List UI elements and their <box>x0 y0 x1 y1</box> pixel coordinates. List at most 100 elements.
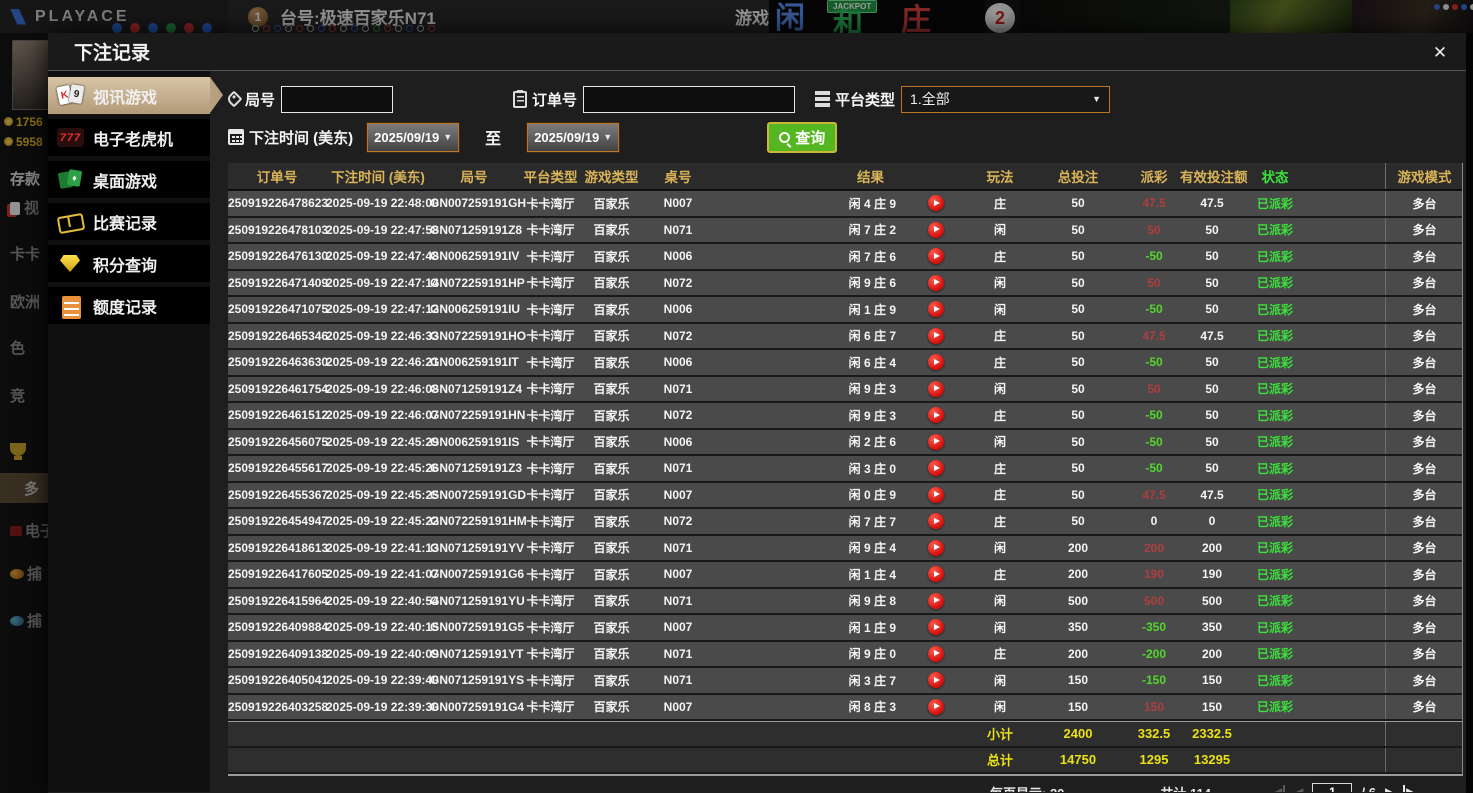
prev-page-button[interactable]: ◀ <box>1294 785 1303 792</box>
platform-select[interactable]: 1.全部 ▼ <box>901 86 1110 113</box>
cell-time: 2025-09-19 22:48:00 <box>326 196 430 210</box>
close-icon[interactable]: ✕ <box>1428 41 1452 65</box>
replay-play-icon[interactable] <box>928 646 944 662</box>
status-badge: 已派彩 <box>1244 195 1306 212</box>
cell-payout: 150 <box>1128 700 1180 714</box>
replay-play-icon[interactable] <box>928 301 944 317</box>
cell-tableno: N072 <box>640 408 716 422</box>
cell-play <box>900 328 972 344</box>
sidebar-item-quota-records[interactable]: 额度记录 <box>48 287 210 324</box>
replay-play-icon[interactable] <box>928 381 944 397</box>
cell-platform: 卡卡湾厅 <box>518 327 583 344</box>
cell-round: GN006259191IT <box>430 355 518 369</box>
cell-round: GN071259191Z8 <box>430 223 518 237</box>
replay-play-icon[interactable] <box>928 540 944 556</box>
column-header-order: 订单号 <box>228 166 326 186</box>
cell-round: GN071259191Z4 <box>430 382 518 396</box>
cell-result: 闲 7 庄 6 <box>716 248 900 265</box>
date-from-select[interactable]: 2025/09/19 ▼ <box>367 123 459 152</box>
column-header-time: 下注时间 (美东) <box>326 166 430 186</box>
round-input[interactable] <box>281 86 393 113</box>
cell-result: 闲 2 庄 6 <box>716 433 900 450</box>
records-table-body: 2509192264786232025-09-19 22:48:00GN0072… <box>228 191 1462 774</box>
replay-play-icon[interactable] <box>928 434 944 450</box>
table-row: 2509192264636302025-09-19 22:46:21GN0062… <box>228 350 1462 377</box>
cell-platform: 卡卡湾厅 <box>518 619 583 636</box>
cell-bet: 150 <box>1028 700 1128 714</box>
cell-game: 百家乐 <box>583 539 640 556</box>
column-header-result: 结果 <box>716 166 900 186</box>
cell-play <box>900 222 972 238</box>
cell-round: GN071259191YS <box>430 673 518 687</box>
replay-play-icon[interactable] <box>928 566 944 582</box>
table-row: 2509192264032582025-09-19 22:39:30GN0072… <box>228 695 1462 722</box>
modal-sidebar: 视讯游戏电子老虎机桌面游戏比赛记录积分查询额度记录 <box>48 71 210 792</box>
last-page-button[interactable]: ▶ <box>1403 785 1415 792</box>
cell-wanfa: 闲 <box>972 380 1028 397</box>
cards-icon <box>57 84 84 107</box>
search-button[interactable]: 查询 <box>767 122 837 153</box>
total-row: 总计14750129513295 <box>228 748 1462 775</box>
sidebar-item-label: 电子老虎机 <box>93 126 173 150</box>
total-count-label: 共计 114 <box>1160 783 1211 793</box>
cell-mode: 多台 <box>1385 244 1463 269</box>
cell-result: 闲 9 庄 8 <box>716 592 900 609</box>
replay-play-icon[interactable] <box>928 275 944 291</box>
cell-tableno: N007 <box>640 567 716 581</box>
filter-row-1: 局号 订单号 平台类型 1.全部 ▼ <box>228 85 1466 113</box>
cell-game: 百家乐 <box>583 327 640 344</box>
page-input[interactable]: 1 <box>1312 783 1352 792</box>
cell-game: 百家乐 <box>583 380 640 397</box>
cell-round: GN071259191Z3 <box>430 461 518 475</box>
gem-icon <box>57 252 84 275</box>
cell-result: 闲 3 庄 0 <box>716 460 900 477</box>
replay-play-icon[interactable] <box>928 222 944 238</box>
cell-bet: 50 <box>1028 302 1128 316</box>
cell-mode: 多台 <box>1385 377 1463 402</box>
sidebar-item-video-games[interactable]: 视讯游戏 <box>48 77 210 114</box>
replay-play-icon[interactable] <box>928 487 944 503</box>
replay-play-icon[interactable] <box>928 354 944 370</box>
cell-mode: 多台 <box>1385 483 1463 508</box>
cell-order: 250919226455617 <box>228 461 326 475</box>
cell-mode: 多台 <box>1385 430 1463 455</box>
replay-play-icon[interactable] <box>928 248 944 264</box>
replay-play-icon[interactable] <box>928 195 944 211</box>
cell-game: 百家乐 <box>583 274 640 291</box>
sidebar-item-label: 桌面游戏 <box>93 168 157 192</box>
cell-play <box>900 301 972 317</box>
chevron-down-icon: ▼ <box>1092 94 1101 104</box>
cell-time: 2025-09-19 22:46:21 <box>326 355 430 369</box>
first-page-button[interactable]: ◀ <box>1273 785 1285 792</box>
page-total-label: / 6 <box>1361 785 1375 793</box>
date-to-select[interactable]: 2025/09/19 ▼ <box>527 123 619 152</box>
replay-play-icon[interactable] <box>928 699 944 715</box>
cell-time: 2025-09-19 22:45:25 <box>326 488 430 502</box>
cell-time: 2025-09-19 22:45:26 <box>326 461 430 475</box>
sidebar-item-table-games[interactable]: 桌面游戏 <box>48 161 210 198</box>
cell-round: GN007259191GH <box>430 196 518 210</box>
replay-play-icon[interactable] <box>928 672 944 688</box>
cell-play <box>900 593 972 609</box>
sidebar-item-match-records[interactable]: 比赛记录 <box>48 203 210 240</box>
table-row: 2509192264186132025-09-19 22:41:13GN0712… <box>228 536 1462 563</box>
cell-tableno: N071 <box>640 461 716 475</box>
replay-play-icon[interactable] <box>928 619 944 635</box>
cell-payout: 47.5 <box>1128 329 1180 343</box>
replay-play-icon[interactable] <box>928 593 944 609</box>
sidebar-item-points-query[interactable]: 积分查询 <box>48 245 210 282</box>
sidebar-item-slots[interactable]: 电子老虎机 <box>48 119 210 156</box>
replay-play-icon[interactable] <box>928 407 944 423</box>
cell-mode: 多台 <box>1385 218 1463 243</box>
next-page-button[interactable]: ▶ <box>1385 785 1394 792</box>
column-header-mode: 游戏模式 <box>1385 163 1463 189</box>
modal-content: 局号 订单号 平台类型 1.全部 ▼ 下注时间 (美东) 2025/09/19 … <box>210 71 1466 792</box>
order-input[interactable] <box>583 86 795 113</box>
replay-play-icon[interactable] <box>928 460 944 476</box>
cell-game: 百家乐 <box>583 698 640 715</box>
replay-play-icon[interactable] <box>928 513 944 529</box>
cell-play <box>900 460 972 476</box>
cell-valid: 50 <box>1180 435 1244 449</box>
replay-play-icon[interactable] <box>928 328 944 344</box>
cell-round: GN007259191G5 <box>430 620 518 634</box>
